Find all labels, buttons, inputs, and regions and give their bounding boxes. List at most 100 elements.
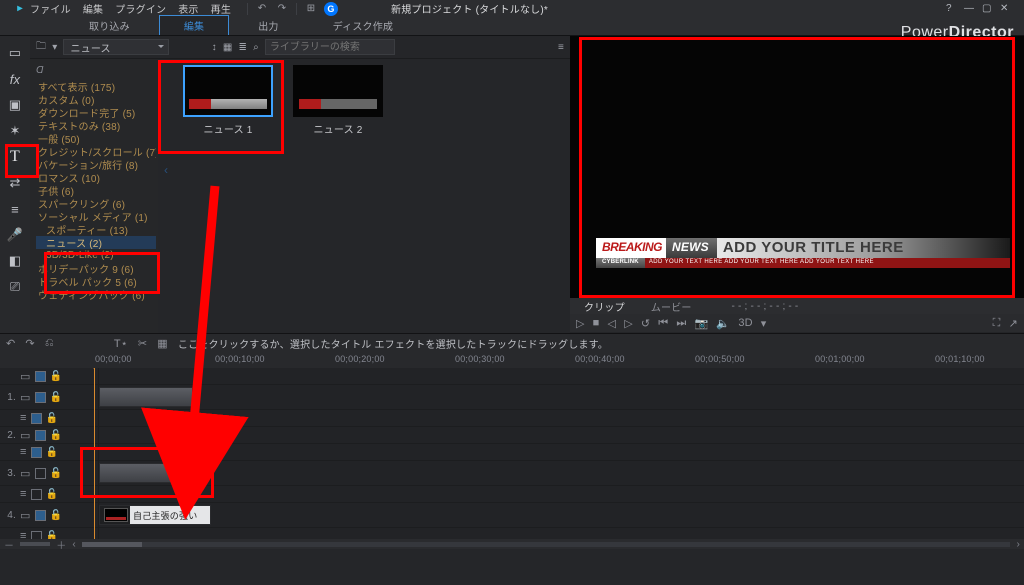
menu-play[interactable]: 再生 [211,1,231,16]
category-item[interactable]: クレジット/スクロール (7) [36,145,156,158]
tl-tool-5[interactable]: ▦ [157,337,168,350]
playhead[interactable] [94,368,95,539]
rail-fx-icon[interactable]: fx [2,70,28,88]
track-header[interactable]: ≡ 🔓 [0,486,99,502]
close-icon[interactable]: ✕ [1000,3,1014,14]
track-visible-toggle[interactable] [35,392,46,403]
tab-disc[interactable]: ディスク作成 [308,15,419,35]
track-visible-toggle[interactable] [31,447,42,458]
next-frame-icon[interactable]: ▷ [624,317,633,330]
rail-pip-icon[interactable]: ▣ [2,96,28,114]
lock-icon[interactable]: 🔓 [46,531,59,540]
dropdown-icon[interactable]: ▾ [52,42,57,53]
menu-edit[interactable]: 編集 [83,1,103,16]
workspace-icon[interactable]: ⊞ [304,2,318,16]
track-lane[interactable] [99,410,1024,426]
category-item[interactable]: バケーション/旅行 (8) [36,158,156,171]
maximize-icon[interactable]: ▢ [982,3,996,14]
rail-mic-icon[interactable]: 🎤 [2,226,28,244]
sort-icon[interactable]: ↕ [212,42,217,53]
track-lane[interactable] [99,385,1024,409]
track-lane[interactable] [99,427,1024,443]
help-icon[interactable]: ? [946,3,960,14]
category-item[interactable]: 子供 (6) [36,184,156,197]
lock-icon[interactable]: 🔓 [50,392,63,403]
track-visible-toggle[interactable] [31,413,42,424]
tl-tool-1[interactable]: ↷ [25,337,34,350]
category-item[interactable]: ロマンス (10) [36,171,156,184]
menu-file[interactable]: ファイル [30,1,71,16]
lock-icon[interactable]: 🔓 [46,413,59,424]
lock-icon[interactable]: 🔓 [46,489,59,500]
redo-icon[interactable]: ↷ [275,2,289,16]
category-item[interactable]: トラベル パック 5 (6) [36,275,156,288]
tab-edit[interactable]: 編集 [159,15,229,35]
track-header[interactable]: 4. ▭ 🔓 [0,503,99,527]
video-clip[interactable] [99,387,193,407]
track-visible-toggle[interactable] [35,371,46,382]
menu-plugin[interactable]: プラグイン [115,1,166,16]
fullscreen-icon[interactable]: ⛶ [993,317,1001,330]
lock-icon[interactable]: 🔓 [50,510,63,521]
tl-tool-2[interactable]: ⎌ [45,337,54,350]
snapshot-icon[interactable]: 📷 [695,317,709,330]
category-item[interactable]: ウェディングパック (6) [36,288,156,301]
category-item[interactable]: ソーシャル メディア (1) [36,210,156,223]
track-header[interactable]: 2. ▭ 🔓 [0,427,99,443]
video-clip[interactable] [99,463,193,483]
track-header[interactable]: 3. ▭ 🔓 [0,461,99,485]
track-lane[interactable] [99,528,1024,539]
lock-icon[interactable]: 🔓 [46,447,59,458]
track-header[interactable]: ▭ 🔓 [0,368,99,384]
track-header[interactable]: 1. ▭ 🔓 [0,385,99,409]
track-header[interactable]: ≡ 🔓 [0,444,99,460]
category-item[interactable]: カスタム (0) [36,93,156,106]
category-item[interactable]: 一般 (50) [36,132,156,145]
title-thumb-news1[interactable]: ニュース 1 [178,65,278,136]
track-lane[interactable]: 自己主張の強い [99,503,1024,527]
category-item[interactable]: ダウンロード完了 (5) [36,106,156,119]
track-lane[interactable] [99,368,1024,384]
category-item[interactable]: 3D/3D-Like (2) [36,249,156,262]
preview-tab-movie[interactable]: ムービー [643,298,700,315]
tl-tool-3[interactable]: T⋆ [114,337,128,350]
rail-title-icon[interactable]: T [2,148,28,166]
title-clip[interactable]: 自己主張の強い [99,505,211,525]
category-combo[interactable]: ニュース [63,39,169,55]
track-header[interactable]: ≡ 🔓 [0,410,99,426]
pencil-icon[interactable]: Ɑ [36,65,156,76]
grid-view-icon[interactable]: ▦ [223,42,233,53]
search-icon[interactable]: ⌕ [253,42,259,53]
rail-subtitle-icon[interactable]: ⎚ [2,278,28,296]
track-visible-toggle[interactable] [35,430,46,441]
import-icon[interactable]: 🗀 [36,39,46,56]
title-thumb-news2[interactable]: ニュース 2 [288,65,388,136]
category-item[interactable]: ニュース (2) [36,236,156,249]
go-start-icon[interactable]: ⏮ [658,317,668,330]
loop-icon[interactable]: ↺ [641,317,650,330]
popout-icon[interactable]: ↗ [1009,317,1018,330]
track-visible-toggle[interactable] [35,510,46,521]
timeline-ruler[interactable]: 00;00;0000;00;10;0000;00;20;0000;00;30;0… [0,352,1024,368]
menu-view[interactable]: 表示 [178,1,198,16]
stop-icon[interactable]: ■ [593,317,600,329]
category-item[interactable]: スパークリング (6) [36,197,156,210]
rail-chapter-icon[interactable]: ◧ [2,252,28,270]
search-input[interactable] [265,39,395,55]
tl-tool-0[interactable]: ↶ [6,337,15,350]
lock-icon[interactable]: 🔓 [50,371,63,382]
category-item[interactable]: スポーティー (13) [36,223,156,236]
chevron-left-icon[interactable]: ‹ [164,163,168,177]
rail-transition-icon[interactable]: ⇄ [2,174,28,192]
preview-stage[interactable]: BREAKING NEWS ADD YOUR TITLE HERE CYBERL… [570,36,1024,298]
track-lane[interactable] [99,461,1024,485]
play-icon[interactable]: ▷ [576,317,585,330]
volume-icon[interactable]: 🔈 [716,317,730,330]
rail-audio-icon[interactable]: ≡ [2,200,28,218]
lock-icon[interactable]: 🔓 [50,468,63,479]
lib-menu-icon[interactable]: ≡ [558,42,564,53]
track-visible-toggle[interactable] [31,531,42,540]
rail-particle-icon[interactable]: ✶ [2,122,28,140]
category-item[interactable]: テキストのみ (38) [36,119,156,132]
rail-media-icon[interactable]: ▭ [2,44,28,62]
